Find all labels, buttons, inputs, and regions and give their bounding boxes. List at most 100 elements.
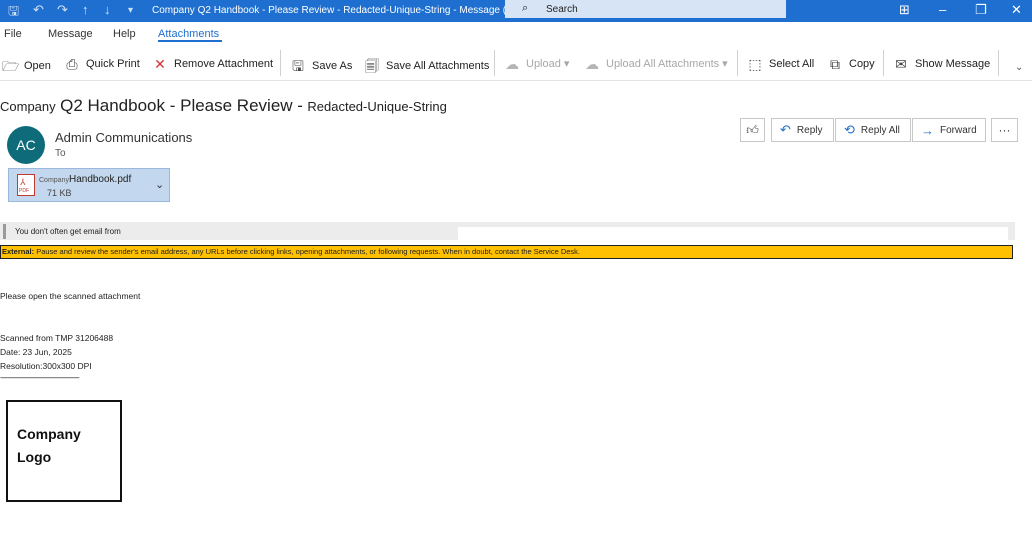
copy-label: Copy bbox=[849, 58, 875, 70]
save-all-attachments-button[interactable]: 🗐 Save All Attachments bbox=[364, 56, 489, 80]
first-contact-banner: You don't often get email from bbox=[0, 222, 1015, 240]
external-label: External: bbox=[2, 247, 35, 256]
redacted-sender-box bbox=[458, 227, 1008, 240]
external-warning-banner: External: Pause and review the sender's … bbox=[0, 245, 1013, 259]
attachment-name: CompanyHandbook.pdf bbox=[39, 174, 131, 185]
select-all-icon: ⬚ bbox=[748, 56, 762, 72]
company-logo: Company Logo bbox=[6, 400, 122, 502]
search-placeholder: Search bbox=[546, 4, 578, 15]
save-as-button[interactable]: 🖫 Save As bbox=[290, 56, 352, 80]
close-icon[interactable]: ✕ bbox=[1011, 2, 1022, 18]
save-icon[interactable]: 🖫 bbox=[8, 2, 19, 24]
copy-icon: ⧉ bbox=[830, 56, 840, 72]
ribbon-divider bbox=[494, 50, 495, 76]
open-label: Open bbox=[24, 60, 51, 72]
cloud-icon: ☁ bbox=[505, 56, 519, 72]
remove-attachment-button[interactable]: ✕ Remove Attachment bbox=[152, 56, 273, 73]
up-arrow-icon[interactable]: ↑ bbox=[82, 2, 89, 17]
upload-label: Upload bbox=[526, 58, 561, 70]
first-contact-text: You don't often get email from bbox=[15, 227, 121, 236]
ribbon-divider bbox=[280, 50, 281, 76]
undo-icon[interactable]: ↶ bbox=[33, 2, 44, 18]
subject-prefix: Company bbox=[0, 99, 56, 114]
reply-all-label: Reply All bbox=[860, 124, 900, 136]
quick-print-label: Quick Print bbox=[86, 58, 140, 70]
down-arrow-icon[interactable]: ↓ bbox=[104, 2, 111, 17]
active-tab-indicator bbox=[158, 40, 222, 42]
upload-all-label: Upload All Attachments bbox=[606, 58, 720, 70]
save-all-icon: 🗐 bbox=[365, 58, 379, 74]
window-title: Company Q2 Handbook - Please Review - Re… bbox=[152, 5, 527, 16]
select-all-label: Select All bbox=[769, 58, 815, 70]
external-text: Pause and review the sender's email addr… bbox=[36, 247, 581, 256]
scan-resolution: Resolution:300x300 DPI bbox=[0, 361, 92, 371]
folder-icon: 🗁 bbox=[2, 58, 20, 74]
minimize-icon[interactable]: – bbox=[939, 2, 946, 17]
save-all-label: Save All Attachments bbox=[386, 60, 490, 72]
reply-all-button[interactable]: ⟲ Reply All bbox=[835, 118, 911, 142]
attachment-size: 71 KB bbox=[47, 188, 72, 198]
save-as-icon: 🖫 bbox=[292, 58, 304, 74]
search-box[interactable]: ⌕ Search bbox=[505, 0, 786, 18]
attachment-filename: Handbook.pdf bbox=[68, 174, 132, 185]
upload-all-attachments-button[interactable]: ☁ Upload All Attachments ▾ bbox=[584, 56, 728, 73]
reply-all-icon: ⟲ bbox=[844, 122, 855, 137]
attachment-card[interactable]: ⅄ PDF CompanyHandbook.pdf 71 KB ⌄ bbox=[8, 168, 170, 202]
reply-label: Reply bbox=[796, 124, 823, 136]
reply-button[interactable]: ↶ Reply bbox=[771, 118, 834, 142]
sender-name[interactable]: Admin Communications bbox=[55, 130, 192, 145]
tab-help[interactable]: Help bbox=[113, 28, 136, 40]
tab-message[interactable]: Message bbox=[48, 28, 93, 40]
ribbon-bottom-border bbox=[0, 80, 1032, 81]
ribbon: 🗁 Open ⎙ Quick Print ✕ Remove Attachment 🖫 S… bbox=[0, 46, 1032, 80]
open-button[interactable]: 🗁 Open bbox=[2, 56, 51, 80]
email-subject: Company Q2 Handbook - Please Review - Re… bbox=[0, 96, 447, 116]
subject-suffix: Redacted-Unique-String bbox=[307, 99, 447, 114]
logo-line-1: Company bbox=[17, 426, 81, 442]
tab-attachments[interactable]: Attachments bbox=[158, 28, 219, 40]
x-icon: ✕ bbox=[154, 56, 166, 72]
menu-bar: File Message Help Attachments bbox=[0, 22, 1032, 44]
to-label: To bbox=[55, 148, 66, 159]
quick-print-button[interactable]: ⎙ Quick Print bbox=[64, 56, 140, 73]
pdf-icon: ⅄ PDF bbox=[17, 174, 35, 196]
forward-label: Forward bbox=[940, 124, 977, 136]
thumbs-up-icon: 👍︎ bbox=[746, 122, 759, 137]
tab-file[interactable]: File bbox=[4, 28, 22, 40]
chevron-down-icon[interactable]: ⌄ bbox=[155, 178, 164, 191]
avatar[interactable]: AC bbox=[7, 126, 45, 164]
title-bar: 🖫 ↶ ↷ ↑ ↓ ▾ Company Q2 Handbook - Please… bbox=[0, 0, 1032, 22]
save-as-label: Save As bbox=[312, 60, 353, 72]
subject-main: Q2 Handbook - Please Review - bbox=[60, 96, 303, 115]
printer-icon: ⎙ bbox=[66, 56, 78, 72]
show-message-label: Show Message bbox=[915, 58, 991, 70]
ribbon-display-icon[interactable]: ⊞ bbox=[899, 2, 910, 18]
ribbon-divider bbox=[883, 50, 884, 76]
forward-icon: → bbox=[921, 122, 934, 138]
cloud-upload-icon: ☁ bbox=[585, 56, 599, 72]
select-all-button[interactable]: ⬚ Select All bbox=[747, 56, 814, 73]
remove-attachment-label: Remove Attachment bbox=[174, 58, 274, 70]
like-button[interactable]: 👍︎ bbox=[740, 118, 765, 142]
upload-button[interactable]: ☁ Upload ▾ bbox=[504, 56, 569, 73]
copy-button[interactable]: ⧉ Copy bbox=[827, 56, 875, 73]
attachment-name-prefix: Company bbox=[39, 177, 69, 184]
ribbon-divider bbox=[737, 50, 738, 76]
more-actions-button[interactable]: ··· bbox=[991, 118, 1018, 142]
scan-date: Date: 23 Jun, 2025 bbox=[0, 347, 72, 357]
body-divider: ----------------------------------------… bbox=[0, 372, 80, 382]
forward-button[interactable]: → Forward bbox=[912, 118, 986, 142]
message-icon: ✉ bbox=[895, 56, 907, 72]
customize-icon[interactable]: ▾ bbox=[128, 5, 133, 16]
ribbon-divider bbox=[998, 50, 999, 76]
restore-icon[interactable]: ❐ bbox=[975, 2, 987, 18]
pdf-icon-label: PDF bbox=[19, 188, 29, 194]
show-message-button[interactable]: ✉ Show Message bbox=[893, 56, 990, 73]
logo-line-2: Logo bbox=[17, 449, 52, 465]
search-icon: ⌕ bbox=[522, 2, 529, 14]
banner-accent-bar bbox=[3, 224, 6, 239]
redo-icon[interactable]: ↷ bbox=[57, 2, 68, 18]
body-instruction: Please open the scanned attachment bbox=[0, 291, 141, 301]
ribbon-expand-icon[interactable]: ⌄ bbox=[1015, 62, 1023, 73]
acrobat-mark: ⅄ bbox=[20, 177, 26, 187]
